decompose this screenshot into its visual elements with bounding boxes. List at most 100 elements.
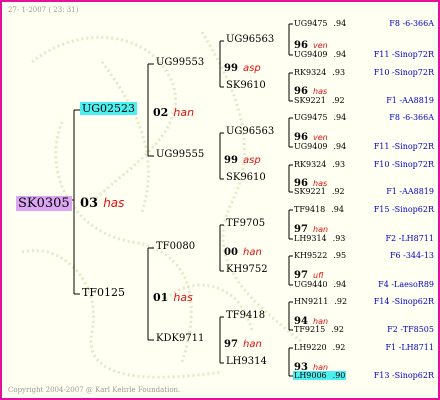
g2-annotation-3: han	[243, 339, 262, 350]
copyright-footer: Copyright 2004-2007 @ Karl Kehrle Founda…	[8, 386, 181, 394]
g4-id-1: UG9409	[294, 50, 328, 59]
g4-location-0: F8 -6-366A	[389, 19, 434, 28]
g4-year-15: .90	[332, 371, 346, 380]
g4-id-2: RK9324	[294, 68, 327, 77]
g4-location-2: F10 -Sinop72R	[373, 68, 434, 77]
g4-id-9: LH9314	[294, 234, 327, 243]
g4-queen-6[interactable]: RK9324 .93	[294, 160, 345, 169]
g4-id-5: UG9409	[294, 142, 328, 151]
g4-location-11: F4 -LaesoR89	[378, 280, 434, 289]
g2-info-0: 99 asp	[224, 56, 261, 75]
g3-queen-7[interactable]: LH9314	[226, 356, 267, 367]
g4-id-8: TF9418	[294, 205, 326, 214]
g2-queen-1[interactable]: UG99555	[156, 149, 204, 160]
g1-queen-0[interactable]: UG02523	[80, 102, 138, 115]
g4-id-3: SK9221	[294, 96, 326, 105]
g4-id-13: TF9215	[294, 325, 326, 334]
g2-queen-3[interactable]: KDK9711	[156, 333, 204, 344]
g4-queen-14[interactable]: LH9220 .92	[294, 343, 345, 352]
g4-id-7: SK9221	[294, 187, 326, 196]
g4-year-5: .94	[333, 142, 347, 151]
g1-annotation-0: han	[173, 106, 195, 119]
g3-queen-0[interactable]: UG96563	[226, 34, 274, 45]
g4-location-9: F2 -LH8711	[385, 234, 434, 243]
g4-queen-8[interactable]: TF9418 .94	[294, 205, 344, 214]
g3-queen-5[interactable]: KH9752	[226, 264, 268, 275]
g3-queen-3[interactable]: SK9610	[226, 172, 266, 183]
root-queen[interactable]: SK0305	[16, 192, 72, 211]
g3-queen-6[interactable]: TF9418	[226, 310, 265, 321]
g1-queen-1[interactable]: TF0125	[82, 286, 125, 299]
g3-queen-4[interactable]: TF9705	[226, 218, 265, 229]
g2-annotation-2: han	[243, 247, 262, 258]
g4-queen-10[interactable]: KH9522 .95	[294, 251, 346, 260]
g3-queen-1[interactable]: SK9610	[226, 80, 266, 91]
root-year: 03	[80, 196, 99, 211]
g2-queen-2[interactable]: TF0080	[156, 241, 195, 252]
g4-id-6: RK9324	[294, 160, 327, 169]
g4-location-13: F2 -TF8505	[387, 325, 434, 334]
g2-year-0: 99	[224, 63, 238, 74]
g4-year-4: .94	[333, 113, 347, 122]
g2-year-3: 97	[224, 339, 238, 350]
g4-year-3: .92	[331, 96, 345, 105]
g4-year-13: .92	[331, 325, 344, 334]
g1-annotation-1: has	[173, 291, 193, 304]
g4-year-12: .92	[334, 297, 348, 306]
g4-queen-7[interactable]: SK9221 .92	[294, 187, 345, 196]
g4-location-1: F11 -Sinop72R	[373, 50, 434, 59]
root-id: SK0305	[16, 196, 72, 211]
g4-queen-5[interactable]: UG9409 .94	[294, 142, 346, 151]
g4-queen-9[interactable]: LH9314 .93	[294, 234, 345, 243]
g4-location-4: F8 -6-366A	[389, 113, 434, 122]
g3-annotation-0: ven	[313, 41, 328, 50]
g4-queen-12[interactable]: HN9211 .92	[294, 297, 347, 306]
g4-queen-0[interactable]: UG9475 .94	[294, 19, 346, 28]
g4-year-0: .94	[333, 19, 347, 28]
g2-info-3: 97 han	[224, 332, 262, 351]
g4-id-0: UG9475	[294, 19, 328, 28]
g4-location-10: F6 -344-13	[389, 251, 434, 260]
g4-year-14: .92	[332, 343, 346, 352]
g1-info-1: 01 has	[153, 286, 193, 305]
g4-queen-13[interactable]: TF9215 .92	[294, 325, 344, 334]
g4-location-6: F10 -Sinop72R	[373, 160, 434, 169]
g2-queen-0[interactable]: UG99553	[156, 57, 204, 68]
g3-annotation-4: han	[313, 225, 329, 234]
g4-queen-1[interactable]: UG9409 .94	[294, 50, 346, 59]
g2-year-1: 99	[224, 155, 238, 166]
g1-year-1: 01	[153, 291, 169, 304]
g4-queen-3[interactable]: SK9221 .92	[294, 96, 345, 105]
g4-location-7: F1 -AA8819	[386, 187, 434, 196]
g4-year-1: .94	[333, 50, 347, 59]
g3-annotation-5: ufl	[313, 271, 324, 280]
g4-year-2: .93	[332, 68, 346, 77]
g3-queen-2[interactable]: UG96563	[226, 126, 274, 137]
g4-queen-2[interactable]: RK9324 .93	[294, 68, 345, 77]
g4-id-10: KH9522	[294, 251, 328, 260]
g4-year-8: .94	[331, 205, 344, 214]
g4-location-8: F15 -Sinop62R	[373, 205, 434, 214]
g4-location-3: F1 -AA8819	[386, 96, 434, 105]
g2-info-1: 99 asp	[224, 148, 261, 167]
g2-annotation-0: asp	[243, 63, 261, 74]
g4-id-11: UG9440	[294, 280, 328, 289]
g4-year-6: .93	[332, 160, 346, 169]
g2-annotation-1: asp	[243, 155, 261, 166]
g4-location-5: F11 -Sinop72R	[373, 142, 434, 151]
g4-queen-11[interactable]: UG9440 .94	[294, 280, 346, 289]
g3-annotation-1: has	[313, 87, 328, 96]
g4-queen-15[interactable]: LH9006 .90	[293, 371, 347, 380]
g4-year-9: .93	[332, 234, 346, 243]
g4-id-4: UG9475	[294, 113, 328, 122]
g4-id-14: LH9220	[294, 343, 327, 352]
g4-year-10: .95	[333, 251, 347, 260]
g1-year-0: 02	[153, 106, 169, 119]
g3-annotation-2: ven	[313, 133, 328, 142]
root-annotation: has	[103, 196, 125, 210]
g4-location-14: F1 -LH8711	[385, 343, 434, 352]
g4-queen-4[interactable]: UG9475 .94	[294, 113, 346, 122]
g4-id-15: LH9006	[294, 371, 327, 380]
g2-info-2: 00 han	[224, 240, 262, 259]
g4-location-15: F13 -Sinop62R	[373, 371, 434, 380]
